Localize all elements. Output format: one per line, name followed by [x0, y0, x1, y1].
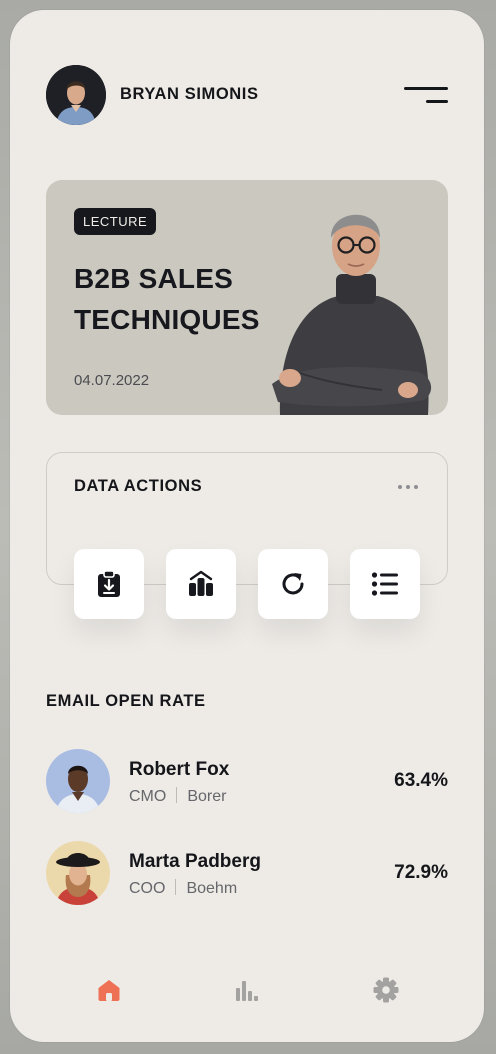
divider: [176, 787, 178, 803]
nav-settings[interactable]: [371, 975, 401, 1005]
home-icon: [98, 980, 120, 1001]
menu-line: [404, 87, 448, 90]
app-screen: BRYAN SIMONIS LECTURE B2B SALES TECHNIQU…: [10, 10, 484, 1042]
open-rate-value: 72.9%: [394, 862, 448, 883]
menu-line: [426, 100, 448, 103]
nav-stats[interactable]: [232, 975, 262, 1005]
lecture-title-line1: B2B SALES: [74, 263, 233, 294]
lecture-card[interactable]: LECTURE B2B SALES TECHNIQUES 04.07.2022: [46, 180, 448, 415]
open-rate-value: 63.4%: [394, 770, 448, 791]
person-meta: COO Boehm: [129, 879, 237, 898]
refresh-action-button[interactable]: [258, 549, 328, 619]
lecture-title-line2: TECHNIQUES: [74, 304, 260, 335]
dot: [398, 485, 402, 489]
nav-home[interactable]: [94, 975, 124, 1005]
dot: [414, 485, 418, 489]
person-role: CMO: [129, 788, 167, 805]
lecture-title: B2B SALES TECHNIQUES: [74, 258, 294, 340]
more-horizontal-icon[interactable]: [396, 478, 424, 496]
chart-bars-icon: [189, 570, 213, 596]
divider: [175, 879, 177, 895]
person-company: Borer: [187, 788, 227, 805]
list-item[interactable]: Robert Fox CMO Borer 63.4%: [46, 749, 448, 815]
clipboard-download-icon: [98, 570, 120, 597]
person-name: Robert Fox: [129, 759, 230, 780]
refresh-icon: [282, 573, 304, 595]
lecture-date: 04.07.2022: [74, 372, 150, 389]
data-actions-title: DATA ACTIONS: [74, 477, 203, 495]
avatar: [46, 749, 110, 813]
hamburger-icon[interactable]: [398, 84, 450, 108]
person-role: COO: [129, 880, 166, 897]
list-item[interactable]: Marta Padberg COO Boehm 72.9%: [46, 841, 448, 907]
lecturer-photo: [268, 194, 448, 415]
bar-chart-icon: [236, 981, 258, 1001]
user-name: BRYAN SIMONIS: [120, 85, 259, 103]
download-action-button[interactable]: [74, 549, 144, 619]
analytics-action-button[interactable]: [166, 549, 236, 619]
settings-icon: [373, 977, 399, 1003]
user-avatar[interactable]: [46, 65, 106, 125]
dot: [406, 485, 410, 489]
email-open-rate-title: EMAIL OPEN RATE: [46, 692, 206, 710]
person-name: Marta Padberg: [129, 851, 261, 872]
list-icon: [371, 572, 398, 596]
avatar: [46, 841, 110, 905]
list-action-button[interactable]: [350, 549, 420, 619]
person-meta: CMO Borer: [129, 787, 226, 806]
lecture-badge: LECTURE: [74, 208, 157, 235]
person-company: Boehm: [186, 880, 238, 897]
